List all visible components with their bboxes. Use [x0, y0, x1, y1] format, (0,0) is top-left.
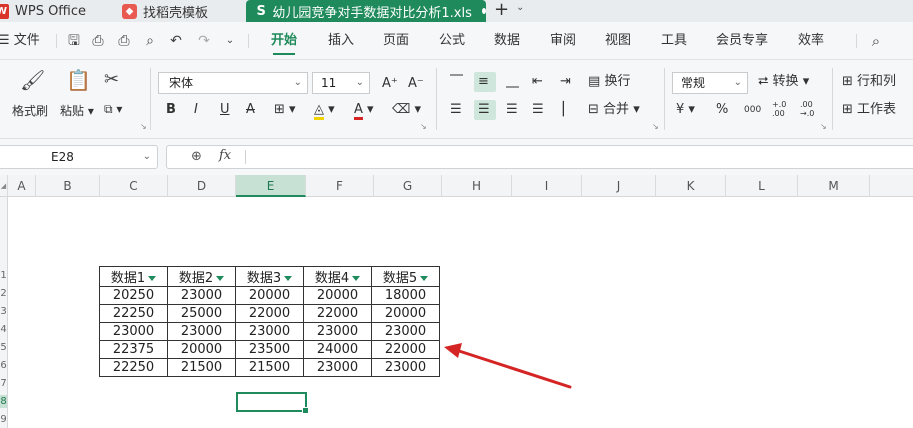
- annotation-arrow-icon: [444, 343, 572, 389]
